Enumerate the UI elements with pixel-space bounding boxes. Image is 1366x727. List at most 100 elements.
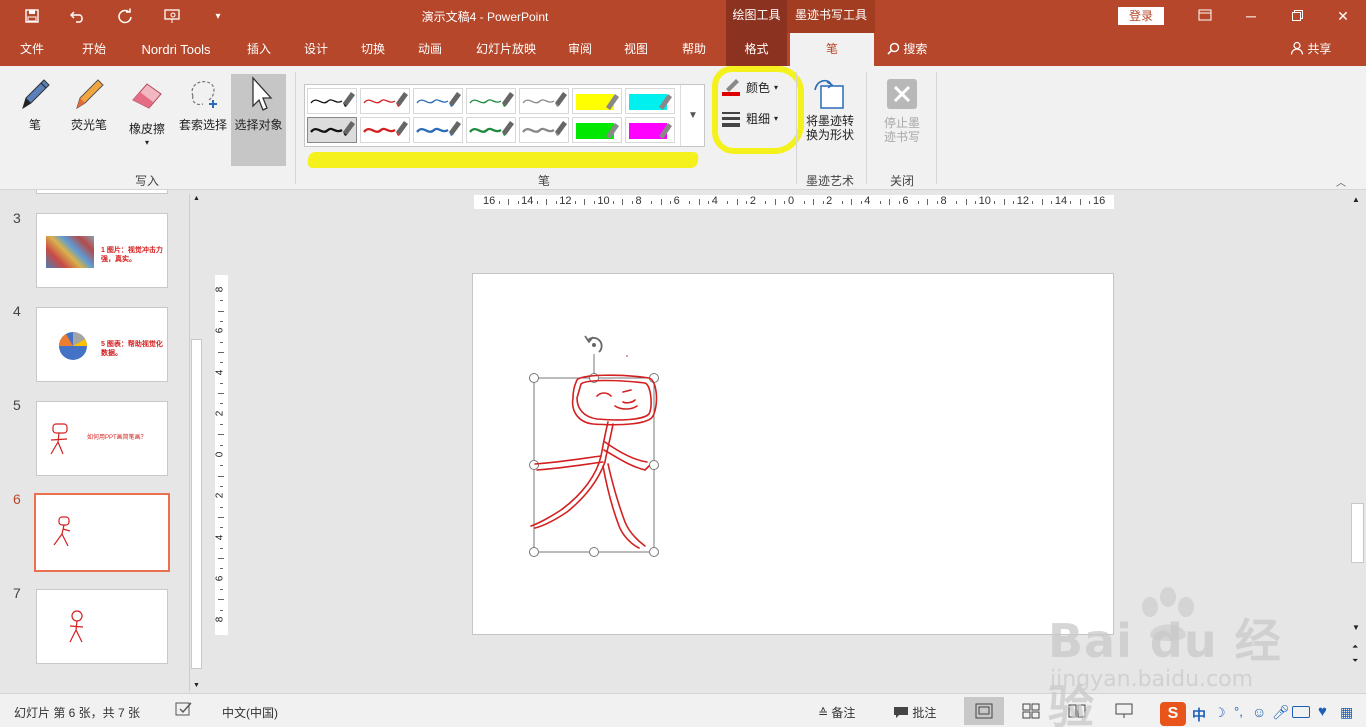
resize-handles[interactable] (529, 373, 659, 557)
share-button[interactable]: 共享 (1290, 33, 1331, 66)
tab-nordri-tools[interactable]: Nordri Tools (130, 33, 222, 66)
pen-swatch[interactable] (519, 88, 569, 114)
pen-swatch[interactable] (307, 117, 357, 143)
highlighter-button[interactable]: 荧光笔 (64, 76, 114, 133)
tab-slideshow[interactable]: 幻灯片放映 (468, 33, 544, 66)
comments-button[interactable]: 批注 (893, 704, 936, 721)
vertical-scroll-thumb[interactable] (1351, 503, 1364, 563)
pen-swatch[interactable] (466, 117, 516, 143)
redo-icon[interactable] (113, 5, 137, 27)
ruler-tick (220, 320, 223, 322)
sogou-ime-icon[interactable]: S (1160, 702, 1186, 726)
pen-swatch[interactable] (625, 88, 675, 114)
pen-swatch[interactable] (572, 88, 622, 114)
pen-swatch[interactable] (307, 88, 357, 114)
eraser-dropdown-icon[interactable]: ▾ (120, 138, 174, 147)
ruler-tick (698, 199, 700, 205)
pen-swatch[interactable] (360, 88, 410, 114)
ribbon-pen: 笔 荧光笔 橡皮擦 ▾ 套索选择 选择对象 写入 ▼ 笔 颜色 ▾ 粗细 ▾ 将… (0, 66, 1366, 190)
pen-swatch[interactable] (466, 88, 516, 114)
slide-thumbnail-6[interactable] (34, 493, 170, 572)
tab-review[interactable]: 审阅 (558, 33, 602, 66)
login-button[interactable]: 登录 (1118, 7, 1164, 25)
presentation-icon[interactable] (161, 5, 185, 27)
tab-help[interactable]: 帮助 (672, 33, 716, 66)
pen-swatch[interactable] (413, 88, 463, 114)
pen-swatch[interactable] (572, 117, 622, 143)
slide-canvas[interactable] (472, 273, 1114, 635)
toolbox-icon[interactable]: ▦ (1340, 704, 1353, 721)
next-slide-icon[interactable]: ⏷ (1352, 656, 1358, 666)
slide-thumbnail-3[interactable]: 1 图片：视觉冲击力强，真实。 (36, 213, 168, 288)
moon-icon[interactable]: ☽ (1214, 705, 1226, 721)
ink-drawing-stick-figure[interactable] (473, 274, 1115, 636)
rotate-handle-icon[interactable] (584, 335, 603, 353)
tab-view[interactable]: 视图 (614, 33, 658, 66)
ribbon-display-icon[interactable] (1190, 4, 1220, 28)
scroll-up-icon[interactable]: ▲ (190, 195, 203, 202)
tab-design[interactable]: 设计 (294, 33, 338, 66)
tab-file[interactable]: 文件 (12, 33, 52, 66)
microphone-icon[interactable]: 🎤︎ (1272, 704, 1290, 721)
tab-home[interactable]: 开始 (72, 33, 116, 66)
ruler-tick (975, 201, 977, 204)
slideshow-view-button[interactable] (1104, 697, 1144, 725)
previous-slide-icon[interactable]: ⏶ (1352, 642, 1358, 652)
normal-view-button[interactable] (964, 697, 1004, 725)
search-box[interactable]: 搜索 (887, 33, 927, 66)
pen-button[interactable]: 笔 (12, 76, 58, 133)
scroll-down-icon[interactable]: ▼ (1352, 623, 1360, 632)
slide-thumbnail-4[interactable]: 5 图表：帮助视觉化数据。 (36, 307, 168, 382)
close-window-icon[interactable]: ✕ (1328, 4, 1358, 28)
thumbnail-text: 5 图表：帮助视觉化数据。 (101, 341, 163, 357)
pen-gallery-more-icon[interactable]: ▼ (680, 85, 705, 146)
save-icon[interactable] (20, 5, 44, 27)
stop-inking-button[interactable]: 停止墨迹书写 (874, 78, 930, 144)
scroll-down-icon[interactable]: ▼ (190, 682, 203, 689)
customize-qat-icon[interactable]: ▾ (206, 5, 230, 27)
tab-format[interactable]: 格式 (726, 33, 787, 66)
thickness-dropdown[interactable]: 粗细 ▾ (722, 110, 778, 127)
ruler-tick (220, 444, 223, 446)
ruler-tick-label: 8 (214, 616, 226, 623)
undo-icon[interactable] (66, 5, 90, 27)
ruler-tick (851, 199, 853, 205)
scroll-up-icon[interactable]: ▲ (1352, 195, 1360, 204)
restore-icon[interactable] (1282, 4, 1312, 28)
slide-thumbnail-7[interactable] (36, 589, 168, 664)
eraser-button[interactable]: 橡皮擦 ▾ (120, 78, 174, 147)
pen-swatch[interactable] (519, 117, 569, 143)
keyboard-icon[interactable] (1292, 706, 1310, 718)
pen-swatch[interactable] (413, 117, 463, 143)
thumbnail-scrollbar[interactable]: ▲ ▼ (189, 194, 203, 691)
color-dropdown[interactable]: 颜色 ▾ (722, 78, 778, 96)
tab-pen[interactable]: 笔 (790, 33, 874, 66)
emoji-icon[interactable]: ☺ (1252, 704, 1266, 720)
horizontal-ruler: 16 14 12 10 8 6 4 2 0 2 4 6 8 10 12 14 16 (474, 195, 1114, 209)
spell-check-icon[interactable] (175, 701, 193, 720)
pen-swatch[interactable] (625, 117, 675, 143)
skin-icon[interactable]: ♥ (1318, 703, 1327, 720)
punctuation-icon[interactable]: °, (1234, 704, 1243, 719)
slide-sorter-button[interactable] (1011, 697, 1051, 725)
ruler-tick (1079, 199, 1081, 205)
ime-mode-indicator[interactable]: 中 (1192, 705, 1206, 725)
slide-thumbnail-5[interactable]: 如何用PPT画简笔画？ (36, 401, 168, 476)
ruler-tick (218, 475, 224, 477)
lasso-select-button[interactable]: 套索选择 (177, 76, 229, 133)
select-objects-button[interactable]: 选择对象 (231, 74, 286, 166)
tab-transitions[interactable]: 切换 (351, 33, 395, 66)
convert-ink-to-shape-button[interactable]: 将墨迹转换为形状 (800, 76, 860, 142)
reading-view-button[interactable] (1057, 697, 1097, 725)
pen-swatch[interactable] (360, 117, 410, 143)
slide-number: 7 (13, 585, 21, 601)
notes-button[interactable]: ≙ 备注 (818, 704, 855, 721)
collapse-ribbon-icon[interactable]: ︿ (1336, 174, 1346, 189)
vertical-scrollbar[interactable]: ▲ ▼ ⏶ ⏷ (1350, 190, 1366, 693)
language-status[interactable]: 中文(中国) (222, 704, 278, 721)
thumbnail-scroll-thumb[interactable] (191, 339, 202, 669)
tab-animations[interactable]: 动画 (408, 33, 452, 66)
minimize-icon[interactable]: ─ (1236, 4, 1266, 28)
tab-insert[interactable]: 插入 (238, 33, 280, 66)
ruler-tick-label: 4 (864, 195, 871, 207)
